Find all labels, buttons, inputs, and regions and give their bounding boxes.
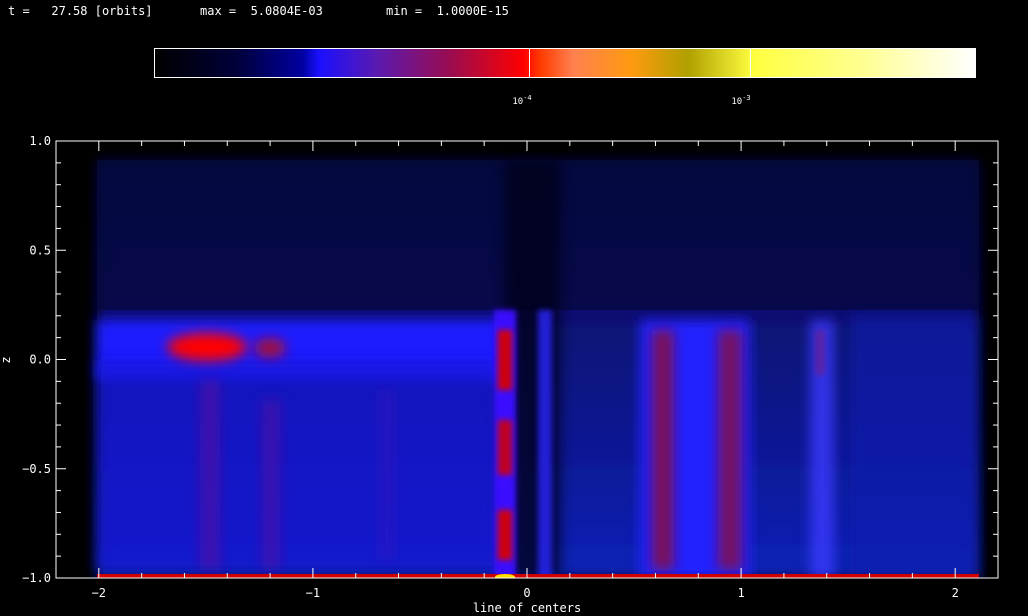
thin-column: [538, 310, 552, 578]
x-tick-label: −1: [306, 586, 320, 600]
x-tick-label: −2: [92, 586, 106, 600]
x-axis-label: line of centers: [473, 601, 581, 615]
y-tick-label: −1.0: [22, 571, 51, 585]
y-tick-label: −0.5: [22, 462, 51, 476]
left-streak: [262, 400, 280, 570]
right-faint-region: [850, 315, 978, 578]
heatmap-field: [97, 160, 979, 578]
bottom-hot-strip: [97, 574, 979, 578]
x-tick-label: 0: [523, 586, 530, 600]
y-tick-label: 0.0: [29, 353, 51, 367]
center-column-hot: [498, 420, 512, 475]
heatmap-plot: −2 −1 0 1 2 −1.0 −0.5 0.0 0.5 1.0 line of centers…: [0, 134, 999, 615]
y-axis-label: z: [0, 356, 13, 363]
hot-spot: [167, 333, 247, 361]
right-column-hot: [815, 330, 825, 375]
left-streak: [380, 390, 394, 560]
hot-spot-tail: [254, 338, 286, 358]
left-blue-body: [97, 360, 497, 570]
x-tick-label: 2: [952, 586, 959, 600]
y-tick-label: 1.0: [29, 134, 51, 148]
y-tick-label: 0.5: [29, 243, 51, 257]
x-tick-label: 1: [737, 586, 744, 600]
center-column-hot: [498, 330, 512, 390]
wide-column-hot: [718, 330, 742, 570]
center-column-hot: [498, 510, 512, 560]
bottom-hot-point: [495, 574, 515, 578]
wide-column-hot: [652, 330, 674, 570]
left-streak: [200, 380, 220, 570]
